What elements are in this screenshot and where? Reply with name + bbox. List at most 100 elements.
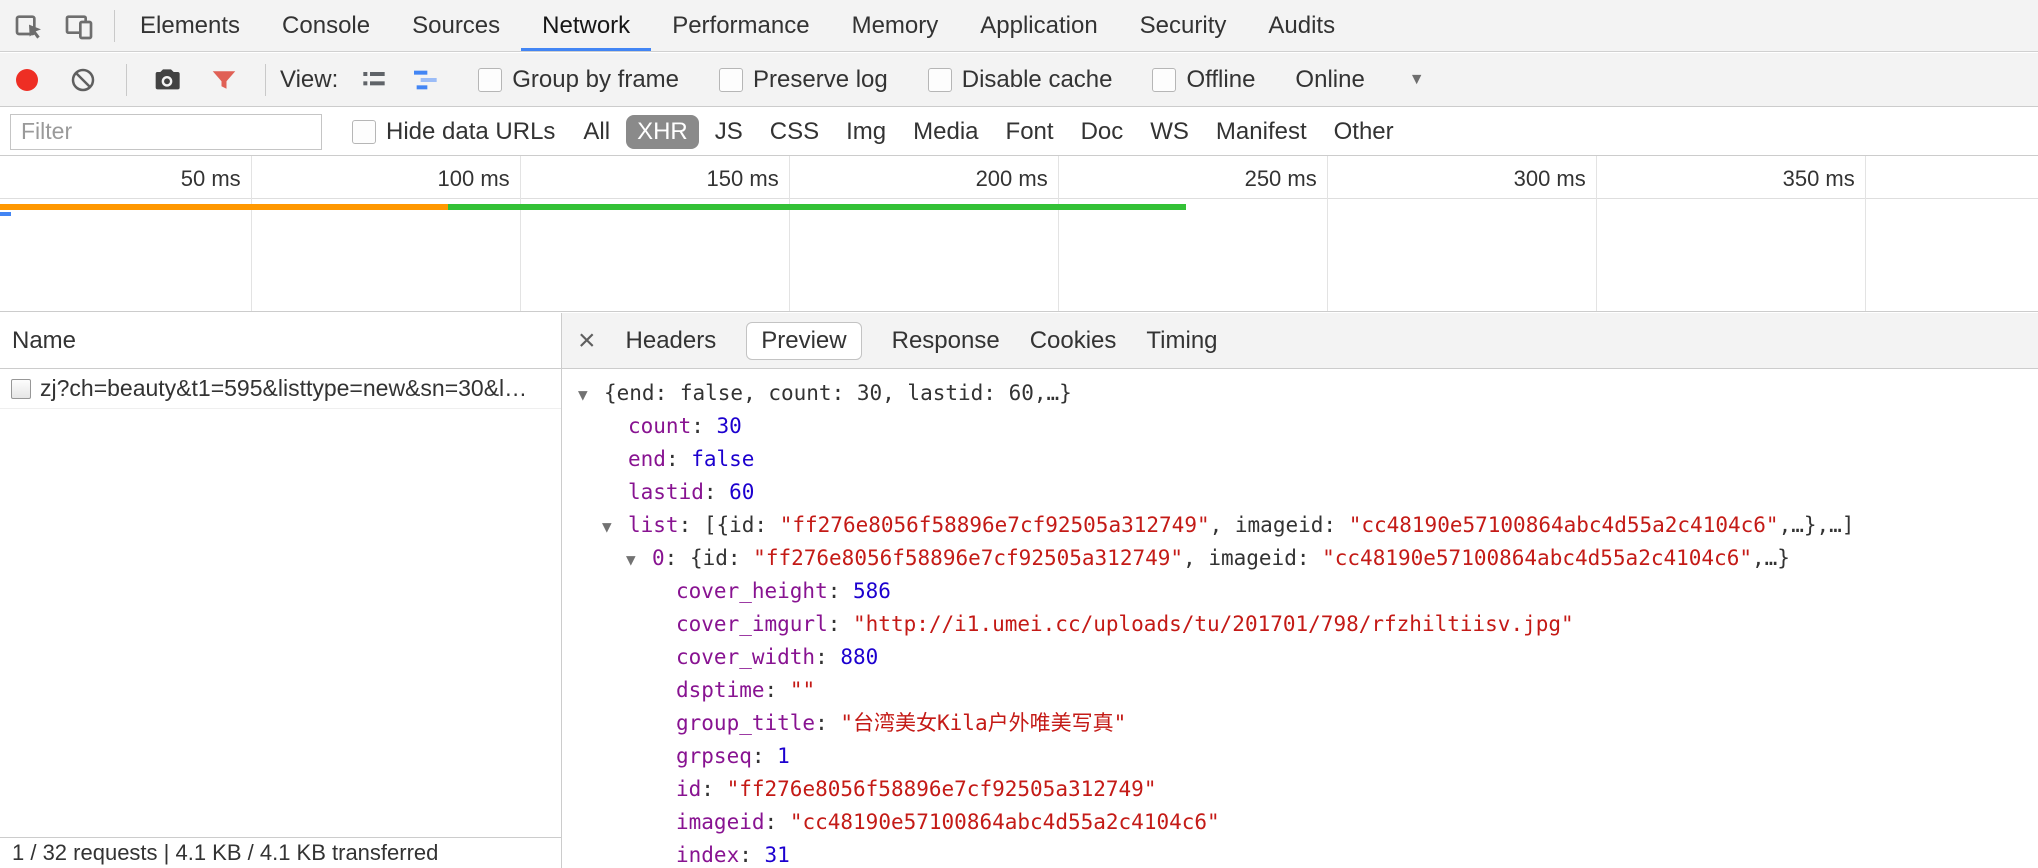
network-overview-timeline[interactable]: 50 ms100 ms150 ms200 ms250 ms300 ms350 m… xyxy=(0,156,2038,312)
preview-tree-line: cover_height: 586 xyxy=(562,575,2038,608)
timeline-gridline xyxy=(1058,156,1059,311)
hide-data-urls-checkbox[interactable] xyxy=(352,120,376,144)
checkbox-group-offline: Offline xyxy=(1152,66,1255,94)
disable-cache-checkbox[interactable] xyxy=(928,68,952,92)
filter-type-js[interactable]: JS xyxy=(704,115,754,149)
tab-console[interactable]: Console xyxy=(261,0,391,51)
timeline-gridline xyxy=(1865,156,1866,311)
timeline-gridline xyxy=(1327,156,1328,311)
throttling-dropdown-caret[interactable]: ▼ xyxy=(1409,71,1425,89)
inspect-element-icon[interactable] xyxy=(12,9,46,43)
expand-arrow-icon[interactable]: ▼ xyxy=(578,378,604,411)
tree-segment-str: "ff276e8056f58896e7cf92505a312749" xyxy=(780,513,1210,537)
request-detail-panel: × HeadersPreviewResponseCookiesTiming ▼{… xyxy=(562,313,2038,868)
filter-type-doc[interactable]: Doc xyxy=(1070,115,1135,149)
tab-network[interactable]: Network xyxy=(521,0,651,51)
timeline-tick-label: 250 ms xyxy=(1165,166,1317,192)
filter-type-xhr[interactable]: XHR xyxy=(626,115,699,149)
timeline-baseline xyxy=(0,198,2038,199)
preview-tree-line[interactable]: ▼{end: false, count: 30, lastid: 60,…} xyxy=(562,377,2038,410)
filter-type-font[interactable]: Font xyxy=(995,115,1065,149)
divider xyxy=(114,10,115,42)
toggle-device-toolbar-icon[interactable] xyxy=(62,9,96,43)
preview-tree-line: cover_imgurl: "http://i1.umei.cc/uploads… xyxy=(562,608,2038,641)
timeline-gridline xyxy=(1596,156,1597,311)
request-list: zj?ch=beauty&t1=595&listtype=new&sn=30&l… xyxy=(0,369,561,409)
preview-tree-line[interactable]: ▼list: [{id: "ff276e8056f58896e7cf92505a… xyxy=(562,509,2038,542)
preview-tree-line: group_title: "台湾美女Kila户外唯美写真" xyxy=(562,707,2038,740)
preview-tree-line: cover_width: 880 xyxy=(562,641,2038,674)
resource-type-filters: AllXHRJSCSSImgMediaFontDocWSManifestOthe… xyxy=(567,115,1404,149)
tree-segment-key: count xyxy=(628,414,691,438)
tab-application[interactable]: Application xyxy=(959,0,1118,51)
tree-segment-key: end xyxy=(628,447,666,471)
filter-type-ws[interactable]: WS xyxy=(1139,115,1200,149)
filter-type-img[interactable]: Img xyxy=(835,115,897,149)
close-detail-icon[interactable]: × xyxy=(578,326,596,356)
detail-tab-response[interactable]: Response xyxy=(892,327,1000,355)
tab-performance[interactable]: Performance xyxy=(651,0,830,51)
tree-segment-str: "cc48190e57100864abc4d55a2c4104c6" xyxy=(1349,513,1779,537)
preview-tree-line: imageid: "cc48190e57100864abc4d55a2c4104… xyxy=(562,806,2038,839)
detail-tab-preview[interactable]: Preview xyxy=(746,322,861,360)
filter-type-css[interactable]: CSS xyxy=(759,115,830,149)
throttling-online-label[interactable]: Online xyxy=(1295,66,1364,94)
tree-segment-plain: , imageid: xyxy=(1183,546,1322,570)
tab-elements[interactable]: Elements xyxy=(119,0,261,51)
preserve-log-label: Preserve log xyxy=(753,66,888,94)
expand-arrow-icon[interactable]: ▼ xyxy=(626,543,652,576)
preview-tree-line: index: 31 xyxy=(562,839,2038,868)
capture-screenshots-icon[interactable] xyxy=(151,64,183,96)
filter-type-manifest[interactable]: Manifest xyxy=(1205,115,1318,149)
filter-type-media[interactable]: Media xyxy=(902,115,989,149)
name-column-header[interactable]: Name xyxy=(0,313,561,369)
group-by-frame-checkbox[interactable] xyxy=(478,68,502,92)
detail-tab-timing[interactable]: Timing xyxy=(1146,327,1217,355)
network-panel-body: Name zj?ch=beauty&t1=595&listtype=new&sn… xyxy=(0,313,2038,868)
requests-panel: Name zj?ch=beauty&t1=595&listtype=new&sn… xyxy=(0,313,562,868)
overview-waterfall-icon[interactable] xyxy=(410,64,442,96)
tree-segment-num: 60 xyxy=(729,480,754,504)
tree-segment-plain: : [{id: xyxy=(679,513,780,537)
tab-sources[interactable]: Sources xyxy=(391,0,521,51)
detail-tab-cookies[interactable]: Cookies xyxy=(1030,327,1117,355)
tree-segment-plain: ,…},…] xyxy=(1779,513,1855,537)
filter-type-all[interactable]: All xyxy=(572,115,621,149)
tree-segment-plain: {end: false, count: 30, lastid: 60,…} xyxy=(604,381,1072,405)
filter-funnel-icon[interactable] xyxy=(209,65,239,95)
tree-segment-str: "ff276e8056f58896e7cf92505a312749" xyxy=(727,777,1157,801)
tree-segment-num: 880 xyxy=(840,645,878,669)
tab-security[interactable]: Security xyxy=(1119,0,1248,51)
preview-tree-line: grpseq: 1 xyxy=(562,740,2038,773)
tab-audits[interactable]: Audits xyxy=(1247,0,1356,51)
disable-cache-label: Disable cache xyxy=(962,66,1113,94)
toolbar-checkboxes: Group by framePreserve logDisable cacheO… xyxy=(442,66,1255,94)
tab-memory[interactable]: Memory xyxy=(831,0,960,51)
tree-segment-key: cover_width xyxy=(676,645,815,669)
tree-segment-key: imageid xyxy=(676,810,765,834)
filter-input[interactable] xyxy=(10,114,322,150)
preserve-log-checkbox[interactable] xyxy=(719,68,743,92)
tree-segment-str: "台湾美女Kila户外唯美写真" xyxy=(840,711,1126,735)
clear-network-log-button[interactable] xyxy=(68,65,98,95)
tree-segment-str: "http://i1.umei.cc/uploads/tu/201701/798… xyxy=(853,612,1574,636)
filter-type-other[interactable]: Other xyxy=(1323,115,1405,149)
request-row[interactable]: zj?ch=beauty&t1=595&listtype=new&sn=30&l… xyxy=(0,369,561,409)
timeline-gridline xyxy=(789,156,790,311)
preview-tree-line[interactable]: ▼0: {id: "ff276e8056f58896e7cf92505a3127… xyxy=(562,542,2038,575)
offline-checkbox[interactable] xyxy=(1152,68,1176,92)
timeline-tick-label: 200 ms xyxy=(896,166,1048,192)
list-view-icon[interactable] xyxy=(358,64,390,96)
preview-json-tree: ▼{end: false, count: 30, lastid: 60,…}co… xyxy=(562,369,2038,868)
request-name: zj?ch=beauty&t1=595&listtype=new&sn=30&l… xyxy=(40,375,527,402)
tree-segment-plain: : xyxy=(739,843,764,867)
preview-tree-line: count: 30 xyxy=(562,410,2038,443)
expand-arrow-icon[interactable]: ▼ xyxy=(602,510,628,543)
offline-label: Offline xyxy=(1186,66,1255,94)
tree-segment-num: 586 xyxy=(853,579,891,603)
record-network-log-button[interactable] xyxy=(16,69,38,91)
detail-tab-headers[interactable]: Headers xyxy=(626,327,717,355)
network-toolbar: View: Group by framePreserve logDisable … xyxy=(0,53,2038,107)
status-summary-text: 1 / 32 requests | 4.1 KB / 4.1 KB transf… xyxy=(12,840,438,866)
tree-segment-num: 30 xyxy=(717,414,742,438)
